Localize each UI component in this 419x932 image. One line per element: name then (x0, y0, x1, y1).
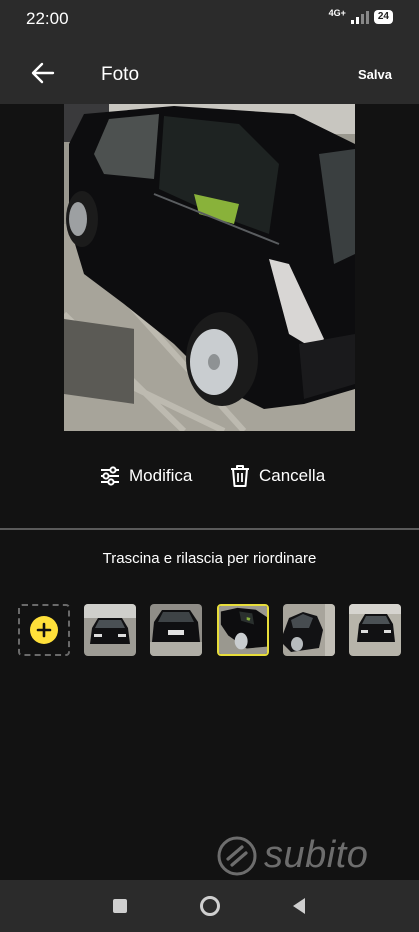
add-photo-button[interactable] (18, 604, 70, 656)
circle-icon (200, 896, 220, 916)
system-nav-bar (0, 880, 419, 932)
add-circle (30, 616, 58, 644)
reorder-hint: Trascina e rilascia per riordinare (102, 550, 317, 567)
trash-icon (231, 465, 249, 487)
subito-logo-icon (217, 836, 257, 875)
watermark-text: subito (264, 834, 369, 876)
app-bar: Foto Salva (0, 38, 419, 104)
plus-icon (36, 622, 52, 638)
delete-label: Cancella (259, 466, 326, 485)
network-type: 4G+ (328, 8, 346, 18)
edit-label: Modifica (129, 466, 193, 485)
car-thumbnail-image (219, 606, 267, 654)
status-time: 22:00 (26, 9, 69, 28)
subito-watermark: subito (216, 834, 368, 877)
recents-button[interactable] (108, 894, 132, 918)
home-button[interactable] (198, 894, 222, 918)
photo-thumbnail[interactable] (150, 604, 202, 656)
main-photo[interactable] (64, 104, 355, 431)
back-button[interactable] (26, 56, 60, 90)
photo-thumbnail[interactable] (349, 604, 401, 656)
triangle-back-icon (293, 898, 305, 914)
car-photo (64, 104, 355, 431)
arrow-left-icon (31, 62, 55, 84)
photo-thumbnail[interactable] (84, 604, 136, 656)
page-title: Foto (101, 64, 140, 85)
back-nav-button[interactable] (287, 894, 311, 918)
photo-thumbnail[interactable] (283, 604, 335, 656)
sliders-icon (101, 466, 119, 486)
square-icon (113, 899, 127, 913)
car-thumbnail-image (150, 604, 202, 656)
photo-thumbnail-selected[interactable] (217, 604, 269, 656)
signal-icon (350, 11, 369, 24)
edit-button[interactable]: Modifica (99, 463, 192, 489)
status-bar: 22:00 4G+ 24 (0, 0, 419, 38)
save-button[interactable]: Salva (358, 67, 392, 82)
car-thumbnail-image (283, 604, 335, 656)
car-thumbnail-image (349, 604, 401, 656)
car-thumbnail-image (84, 604, 136, 656)
delete-button[interactable]: Cancella (229, 463, 325, 489)
divider (0, 528, 419, 530)
battery-indicator: 24 (373, 10, 393, 24)
status-icons: 4G+ 24 (328, 8, 393, 24)
